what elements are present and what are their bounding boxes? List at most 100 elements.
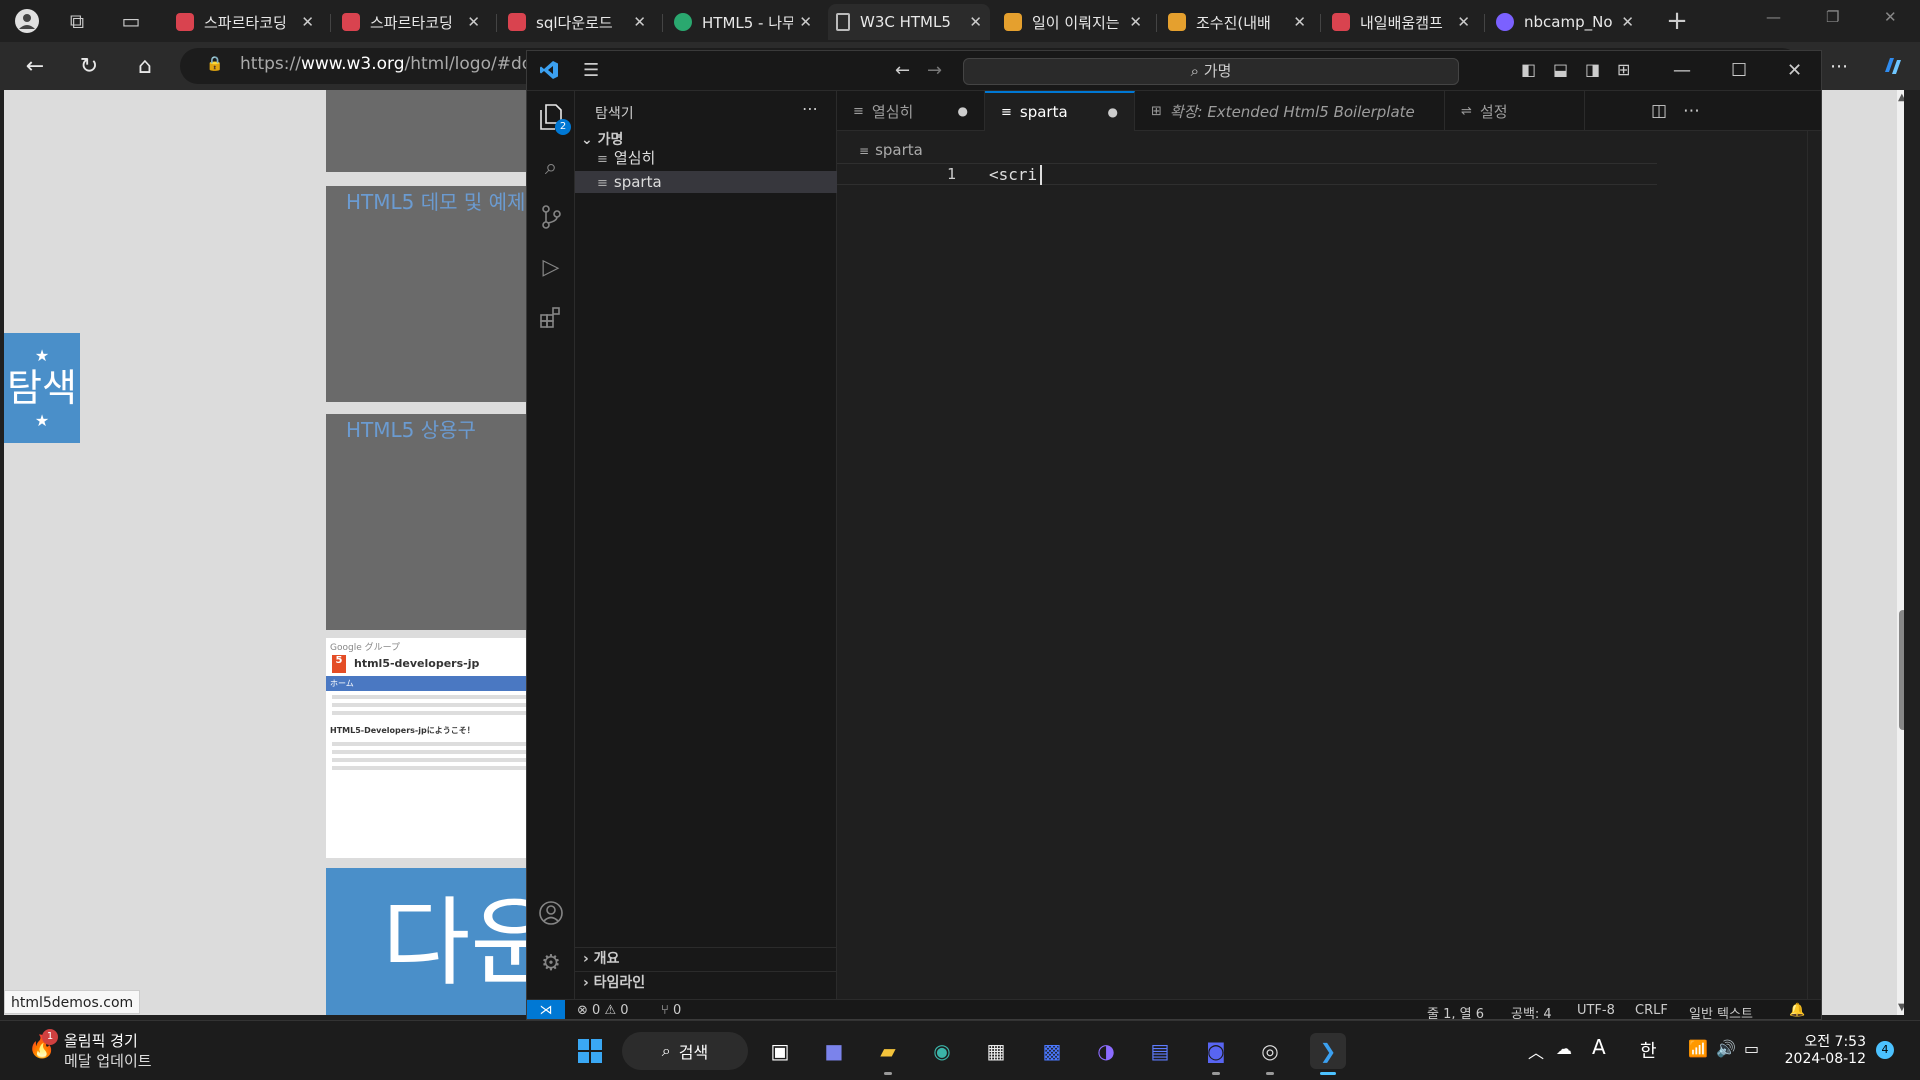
collections-icon[interactable]: ⧉ — [62, 6, 92, 36]
file-item-sparta[interactable]: ≡ sparta — [575, 171, 837, 193]
profile-icon[interactable] — [12, 6, 42, 36]
close-icon[interactable]: ✕ — [969, 13, 982, 31]
ms-store-icon[interactable]: ▦ — [978, 1033, 1014, 1069]
app-icon[interactable]: ▩ — [1034, 1033, 1070, 1069]
taskbar-search[interactable]: ⌕ 검색 — [622, 1032, 748, 1070]
vscode-taskbar-icon[interactable]: ❯ — [1310, 1033, 1346, 1075]
more-actions-icon[interactable]: ⋯ — [802, 99, 818, 118]
toggle-panel-icon[interactable]: ⬓ — [1553, 60, 1568, 79]
file-item-열심히[interactable]: ≡ 열심히 — [575, 147, 837, 169]
editor-tab-extension[interactable]: ⊞ 확장: Extended Html5 Boilerplate — [1135, 91, 1445, 131]
restore-icon[interactable]: ❐ — [1826, 8, 1839, 26]
volume-icon[interactable]: 🔊 — [1716, 1039, 1736, 1058]
search-icon[interactable]: ⌕ — [535, 151, 567, 183]
wifi-icon[interactable]: 📶 — [1688, 1039, 1708, 1058]
lock-icon[interactable]: 🔒 — [206, 56, 223, 74]
close-window-icon[interactable]: ✕ — [1787, 60, 1802, 81]
app-icon[interactable]: ◑ — [1088, 1033, 1124, 1069]
start-icon[interactable] — [572, 1033, 608, 1069]
widget-subtitle[interactable]: 메달 업데이트 — [64, 1050, 152, 1071]
accounts-icon[interactable] — [535, 897, 567, 929]
clock-time[interactable]: 오전 7:53 — [1796, 1031, 1866, 1051]
explorer-icon[interactable]: 2 — [535, 101, 571, 135]
file-explorer-icon[interactable]: ▰ — [870, 1033, 906, 1075]
url-text[interactable]: https://www.w3.org/html/logo/#dow — [240, 54, 546, 74]
source-control-icon[interactable] — [535, 201, 567, 233]
browser-tab-9[interactable]: nbcamp_No ✕ — [1488, 4, 1642, 40]
font-indicator[interactable]: A — [1592, 1035, 1606, 1059]
unsaved-dot-icon[interactable]: ● — [958, 104, 968, 118]
edge-icon[interactable]: ◉ — [924, 1033, 960, 1069]
editor-tab-열심히[interactable]: ≡ 열심히 ● — [837, 91, 985, 131]
unsaved-dot-icon[interactable]: ● — [1108, 105, 1118, 119]
eol-status[interactable]: CRLF — [1635, 1003, 1668, 1018]
browser-tab-5[interactable]: W3C HTML5 ✕ — [828, 4, 990, 40]
browser-tab-3[interactable]: sql다운로드 ✕ — [500, 4, 654, 40]
toggle-primary-sidebar-icon[interactable]: ◧ — [1521, 60, 1536, 79]
extensions-icon[interactable] — [535, 301, 567, 333]
close-icon[interactable]: ✕ — [799, 13, 812, 31]
close-icon[interactable]: ✕ — [467, 13, 480, 31]
split-editor-icon[interactable]: ◫ — [1651, 101, 1667, 121]
nav-forward-icon[interactable]: → — [927, 60, 942, 81]
problems-status[interactable]: ⊗ 0 ⚠ 0 — [577, 1003, 629, 1018]
new-tab-icon[interactable]: + — [1662, 6, 1692, 36]
browser-tab-1[interactable]: 스파르타코딩 ✕ — [168, 4, 322, 40]
close-icon[interactable]: ✕ — [1457, 13, 1470, 31]
vertical-tabs-icon[interactable]: ▭ — [116, 6, 146, 36]
run-debug-icon[interactable]: ▷ — [535, 251, 567, 283]
close-icon[interactable]: ✕ — [633, 13, 646, 31]
language-mode[interactable]: 일반 텍스트 — [1689, 1003, 1753, 1019]
browser-tab-7[interactable]: 조수진(내배 ✕ — [1160, 4, 1314, 40]
back-icon[interactable]: ← — [20, 52, 50, 80]
more-actions-icon[interactable]: ⋯ — [1683, 101, 1700, 121]
ports-status[interactable]: ⑂ 0 — [661, 1003, 681, 1018]
notifications-bell-icon[interactable]: 🔔 — [1789, 1003, 1805, 1018]
task-view-icon[interactable]: ▣ — [762, 1033, 798, 1069]
remote-icon[interactable]: ⋊ — [527, 1000, 565, 1019]
scroll-thumb[interactable] — [1899, 610, 1904, 730]
onedrive-icon[interactable]: ☁ — [1556, 1039, 1572, 1058]
close-icon[interactable]: ✕ — [1293, 13, 1306, 31]
clock-date[interactable]: 2024-08-12 — [1780, 1051, 1866, 1067]
minimize-icon[interactable]: — — [1673, 60, 1691, 81]
search-badge[interactable]: ★ 탐색 ★ — [4, 333, 80, 443]
chrome-app-icon[interactable]: ◎ — [1252, 1033, 1288, 1075]
notification-badge[interactable]: 4 — [1876, 1041, 1894, 1059]
editor-tab-sparta[interactable]: ≡ sparta ● — [985, 91, 1135, 131]
battery-icon[interactable]: ▭ — [1744, 1039, 1759, 1058]
phone-link-icon[interactable]: ▤ — [1142, 1033, 1178, 1069]
more-options-icon[interactable]: ⋯ — [1824, 52, 1854, 80]
home-icon[interactable]: ⌂ — [130, 52, 160, 80]
workspace-folder[interactable]: ⌄ 가명 — [581, 129, 623, 149]
close-icon[interactable]: ✕ — [1129, 13, 1142, 31]
discord-icon[interactable]: ◙ — [1198, 1033, 1234, 1075]
close-icon[interactable]: ✕ — [301, 13, 314, 31]
scroll-up-icon[interactable]: ▲ — [1898, 92, 1904, 103]
scroll-down-icon[interactable]: ▼ — [1898, 1002, 1904, 1013]
encoding-status[interactable]: UTF-8 — [1577, 1003, 1615, 1018]
indentation-status[interactable]: 공백: 4 — [1511, 1003, 1552, 1019]
breadcrumb[interactable]: ≡ sparta — [859, 141, 923, 159]
browser-tab-4[interactable]: HTML5 - 나무 ✕ — [666, 4, 820, 40]
browser-tab-6[interactable]: 일이 이뤄지는 ✕ — [996, 4, 1150, 40]
copilot-icon[interactable] — [1878, 52, 1908, 80]
close-icon[interactable]: ✕ — [1621, 13, 1634, 31]
teams-meet-icon[interactable]: ■ — [816, 1033, 852, 1069]
menu-icon[interactable]: ☰ — [583, 60, 599, 81]
browser-tab-2[interactable]: 스파르타코딩 ✕ — [334, 4, 488, 40]
chevron-up-icon[interactable]: ︿ — [1528, 1039, 1544, 1063]
toggle-secondary-sidebar-icon[interactable]: ◨ — [1585, 60, 1600, 79]
page-scrollbar[interactable]: ▲ ▼ — [1897, 90, 1904, 1015]
customize-layout-icon[interactable]: ⊞ — [1617, 60, 1630, 79]
timeline-section[interactable]: › 타임라인 — [575, 971, 837, 993]
close-window-icon[interactable]: ✕ — [1884, 8, 1897, 26]
minimize-icon[interactable]: — — [1766, 8, 1781, 26]
editor-tab-settings[interactable]: ⇌ 설정 — [1445, 91, 1585, 131]
outline-section[interactable]: › 개요 — [575, 947, 837, 969]
settings-gear-icon[interactable]: ⚙ — [535, 947, 567, 979]
cursor-position[interactable]: 줄 1, 열 6 — [1427, 1003, 1484, 1019]
nav-back-icon[interactable]: ← — [895, 60, 910, 81]
widget-title[interactable]: 올림픽 경기 — [64, 1030, 138, 1051]
refresh-icon[interactable]: ↻ — [74, 52, 104, 80]
